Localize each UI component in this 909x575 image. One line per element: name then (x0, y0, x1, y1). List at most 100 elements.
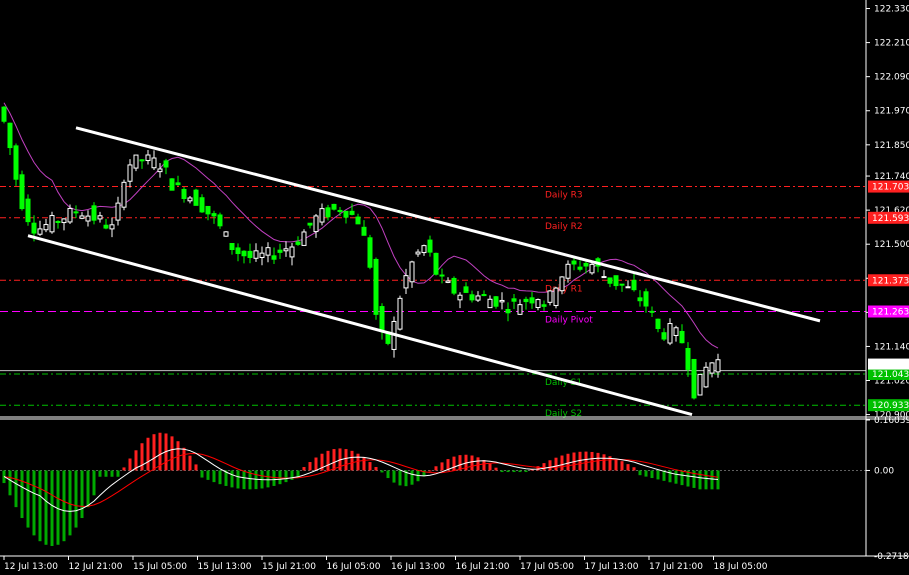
macd-negative-bar (500, 470, 504, 473)
bull-candle-body (133, 154, 139, 169)
price-tick-label: 121.740 (874, 172, 909, 182)
macd-positive-bar (440, 462, 444, 471)
bull-candle-body (715, 359, 721, 373)
macd-positive-bar (458, 455, 462, 471)
macd-tick-label: -0.27182 (874, 552, 909, 562)
macd-negative-bar (110, 470, 114, 477)
macd-negative-bar (284, 470, 288, 483)
bear-candle-body (637, 297, 643, 302)
bull-candle-body (319, 208, 325, 223)
bull-candle-body (475, 295, 481, 301)
bull-candle-body (265, 247, 271, 256)
time-tick-label: 18 Jul 05:00 (714, 562, 768, 572)
bear-candle-body (163, 160, 169, 168)
bear-candle-body (193, 189, 199, 206)
bear-candle-body (241, 250, 247, 257)
bear-candle-body (619, 283, 625, 286)
macd-positive-bar (302, 467, 306, 471)
pivot-price-tag-text: 121.373 (872, 276, 909, 286)
macd-negative-bar (266, 470, 270, 488)
time-tick-label: 16 Jul 21:00 (456, 562, 510, 572)
macd-negative-bar (392, 470, 396, 483)
macd-negative-bar (74, 470, 78, 528)
macd-negative-bar (650, 470, 654, 479)
bull-candle-body (625, 286, 631, 289)
macd-negative-bar (698, 470, 702, 490)
bull-candle-body (403, 275, 409, 289)
macd-negative-bar (200, 470, 204, 478)
macd-positive-bar (170, 436, 174, 471)
macd-negative-bar (674, 470, 678, 484)
bull-candle-body (43, 224, 49, 231)
bull-candle-body (85, 215, 91, 222)
pivot-price-tag-text: 120.933 (872, 401, 909, 411)
bear-candle-body (529, 297, 535, 304)
bull-candle-body (115, 202, 121, 221)
macd-negative-bar (206, 470, 210, 480)
bear-candle-body (331, 203, 337, 210)
bear-candle-body (649, 310, 655, 313)
bull-candle-body (601, 276, 607, 279)
macd-negative-bar (272, 470, 276, 486)
macd-negative-bar (212, 470, 216, 483)
bull-candle-body (157, 168, 163, 173)
bull-candle-body (547, 290, 553, 303)
bull-candle-body (673, 327, 679, 336)
bear-candle-body (235, 247, 241, 255)
macd-positive-bar (596, 452, 600, 471)
bull-candle-body (409, 261, 415, 283)
bear-candle-body (367, 237, 373, 268)
bull-candle-body (487, 298, 493, 309)
bull-candle-body (259, 252, 265, 259)
time-tick-label: 17 Jul 05:00 (520, 562, 574, 572)
bear-candle-body (643, 291, 649, 307)
bear-candle-body (493, 296, 499, 307)
pivot-label: Daily R2 (545, 222, 583, 232)
bear-candle-body (469, 294, 475, 301)
macd-negative-bar (254, 470, 258, 490)
macd-negative-bar (32, 470, 36, 536)
macd-tick-label: 0.00 (874, 466, 894, 476)
bull-candle-body (565, 263, 571, 279)
macd-tick-label: 0.16039 (874, 416, 909, 426)
macd-positive-bar (428, 470, 432, 472)
macd-negative-bar (656, 470, 660, 480)
bull-candle-body (421, 245, 427, 254)
macd-negative-bar (386, 470, 390, 479)
price-tick-label: 122.210 (874, 39, 909, 49)
current-price-tag-text: 121.055 (872, 361, 909, 371)
macd-positive-bar (542, 463, 546, 471)
macd-negative-bar (44, 470, 48, 545)
macd-negative-bar (230, 470, 234, 488)
macd-negative-bar (20, 470, 24, 519)
time-tick-label: 16 Jul 13:00 (391, 562, 445, 572)
bear-candle-body (361, 226, 367, 236)
bear-candle-body (13, 145, 19, 180)
bull-candle-body (703, 366, 709, 388)
bull-candle-body (127, 164, 133, 182)
forex-chart: Daily R3Daily R2Daily R1Daily PivotDaily… (0, 0, 909, 575)
macd-negative-bar (68, 470, 72, 536)
bull-candle-body (151, 157, 157, 169)
bear-candle-body (523, 298, 529, 303)
macd-positive-bar (350, 450, 354, 471)
bear-candle-body (199, 197, 205, 213)
bull-candle-body (37, 228, 43, 235)
bear-candle-body (583, 262, 589, 267)
bear-candle-body (685, 348, 691, 370)
pivot-price-tag-text: 121.703 (872, 183, 909, 193)
macd-negative-bar (518, 470, 522, 473)
bear-candle-body (295, 241, 301, 245)
bull-candle-body (289, 246, 295, 258)
macd-negative-bar (8, 470, 12, 496)
macd-positive-bar (368, 462, 372, 471)
bear-candle-body (427, 239, 433, 253)
macd-negative-bar (236, 470, 240, 489)
macd-positive-bar (152, 434, 156, 471)
time-tick-label: 12 Jul 21:00 (69, 562, 123, 572)
macd-negative-bar (506, 470, 510, 473)
bear-candle-body (439, 274, 445, 277)
bear-candle-body (181, 188, 187, 200)
macd-positive-bar (452, 456, 456, 471)
bull-candle-body (283, 248, 289, 252)
